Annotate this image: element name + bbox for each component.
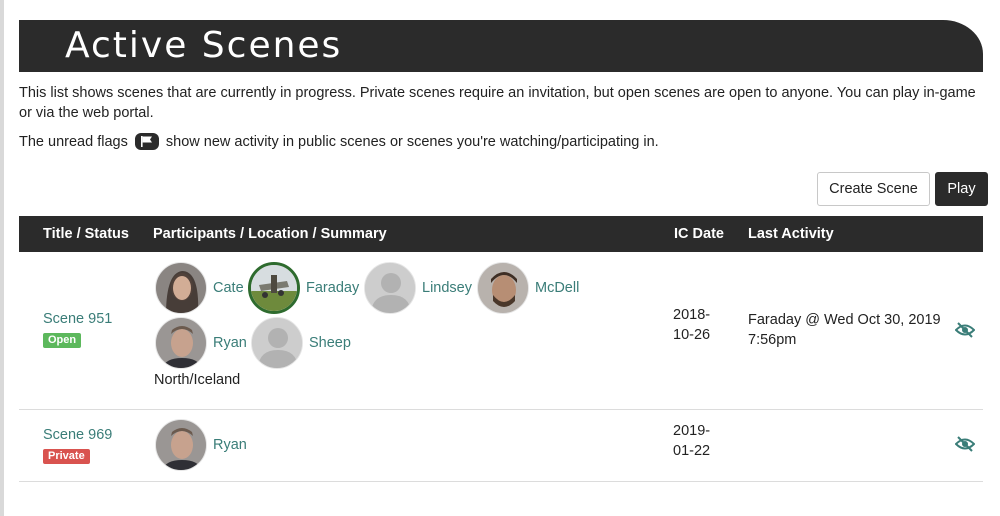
flag-explanation: The unread flags show new activity in pu… xyxy=(19,132,659,152)
avatar xyxy=(477,262,529,314)
row-divider xyxy=(19,409,983,410)
header-participants: Participants / Location / Summary xyxy=(153,226,387,242)
avatar xyxy=(248,262,300,314)
avatar xyxy=(364,262,416,314)
status-badge: Open xyxy=(43,333,82,348)
left-border xyxy=(0,0,4,516)
status-badge: Private xyxy=(43,449,90,464)
participant[interactable]: Ryan xyxy=(155,317,247,369)
table-header: Title / Status Participants / Location /… xyxy=(19,216,983,252)
ic-date-line: 2019- xyxy=(673,423,711,439)
participant-name: Ryan xyxy=(213,437,247,453)
avatar xyxy=(251,317,303,369)
last-activity-line: Faraday @ Wed Oct 30, 2019 xyxy=(748,312,941,328)
play-button[interactable]: Play xyxy=(935,172,988,206)
eye-slash-icon[interactable] xyxy=(955,436,975,452)
ic-date-line: 10-26 xyxy=(673,327,711,343)
header-ic-date: IC Date xyxy=(674,226,724,242)
flag-text-after: show new activity in public scenes or sc… xyxy=(165,134,659,150)
participant-name: Faraday xyxy=(306,280,360,296)
avatar xyxy=(155,262,207,314)
eye-slash-icon[interactable] xyxy=(955,322,975,338)
participant-name: Ryan xyxy=(213,335,247,351)
participant-name: Lindsey xyxy=(422,280,472,296)
avatar xyxy=(155,419,207,471)
page-header: Active Scenes xyxy=(19,20,983,72)
avatar xyxy=(155,317,207,369)
participant[interactable]: Ryan xyxy=(155,419,247,471)
intro-text: This list shows scenes that are currentl… xyxy=(19,85,976,121)
header-last-activity: Last Activity xyxy=(748,226,834,242)
participant-name: Sheep xyxy=(309,335,351,351)
flag-icon xyxy=(134,133,159,150)
scene-link[interactable]: Scene 951 xyxy=(43,311,112,327)
participant[interactable]: Faraday xyxy=(248,262,359,314)
create-scene-button[interactable]: Create Scene xyxy=(817,172,930,206)
header-title-status: Title / Status xyxy=(43,226,129,242)
participant[interactable]: Lindsey xyxy=(364,262,472,314)
row-divider xyxy=(19,481,983,482)
participant[interactable]: Sheep xyxy=(251,317,351,369)
ic-date-line: 2018- xyxy=(673,307,711,323)
last-activity-line: 7:56pm xyxy=(748,332,797,348)
ic-date-line: 01-22 xyxy=(673,443,711,459)
scene-location: North/Iceland xyxy=(154,372,241,388)
ic-date: 2019- 01-22 xyxy=(673,421,723,461)
ic-date: 2018- 10-26 xyxy=(673,305,723,345)
page-title: Active Scenes xyxy=(65,25,343,66)
scene-link[interactable]: Scene 969 xyxy=(43,427,112,443)
participant-name: McDell xyxy=(535,280,580,296)
last-activity: Faraday @ Wed Oct 30, 2019 7:56pm xyxy=(748,310,948,350)
participant-name: Cate xyxy=(213,280,244,296)
flag-text-before: The unread flags xyxy=(19,134,128,150)
participant[interactable]: Cate xyxy=(155,262,244,314)
participant[interactable]: McDell xyxy=(477,262,579,314)
